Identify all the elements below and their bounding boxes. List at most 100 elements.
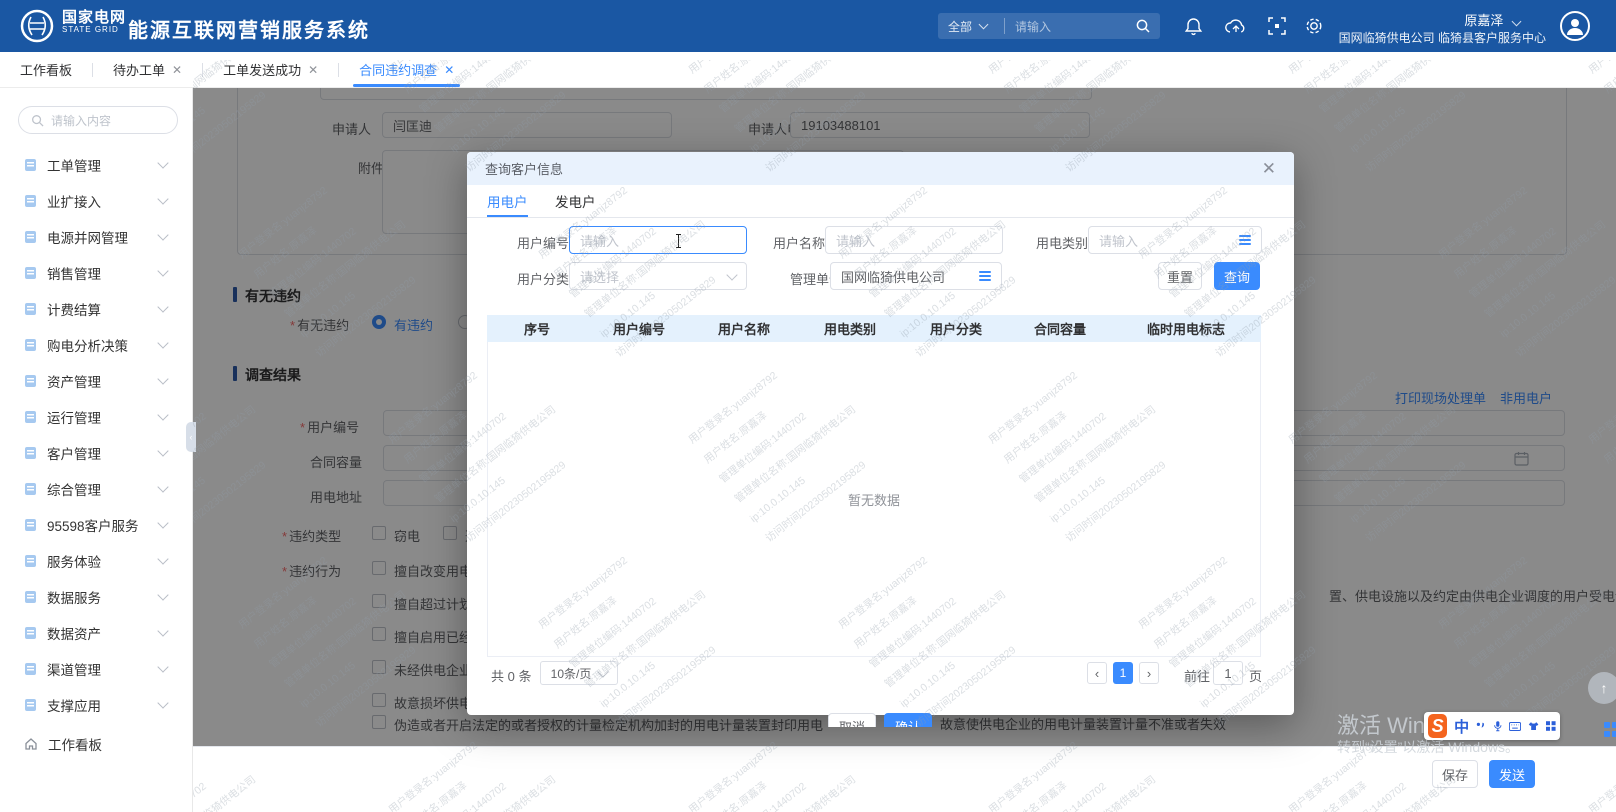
sidebar-item-customer-mgmt[interactable]: 客户管理 bbox=[0, 437, 193, 469]
scan-fullscreen-icon[interactable] bbox=[1268, 17, 1286, 35]
result-table-header: 序号 用户编号 用户名称 用电类别 用户分类 合同容量 临时用电标志 bbox=[487, 315, 1261, 342]
sidebar-item-95598-service[interactable]: 95598客户服务 bbox=[0, 509, 193, 541]
sidebar-item-power-grid-mgmt[interactable]: 电源并网管理 bbox=[0, 221, 193, 253]
list-select-icon[interactable] bbox=[979, 271, 991, 281]
app-screen: 国家电网 STATE GRID 能源互联网营销服务系统 全部 请输入 bbox=[0, 0, 1616, 812]
chevron-down-icon bbox=[157, 661, 168, 672]
query-customer-modal: 查询客户信息 ✕ 用电户 发电户 用户编号 请输入 用户名称 请输入 用电类别 … bbox=[467, 152, 1294, 715]
sidebar-item-billing[interactable]: 计费结算 bbox=[0, 293, 193, 325]
save-button[interactable]: 保存 bbox=[1432, 760, 1478, 788]
sidebar-item-work-orders[interactable]: 工单管理 bbox=[0, 149, 193, 181]
m-org-input[interactable]: 国网临猗供电公司 bbox=[830, 262, 1002, 290]
next-page-button[interactable]: › bbox=[1139, 662, 1159, 684]
reset-button[interactable]: 重置 bbox=[1158, 262, 1202, 290]
skin-shirt-icon[interactable] bbox=[1528, 720, 1539, 732]
page-size-select[interactable]: 10条/页 bbox=[540, 661, 618, 685]
sidebar-item-operation-mgmt[interactable]: 运行管理 bbox=[0, 401, 193, 433]
sidebar-item-service-experience[interactable]: 服务体验 bbox=[0, 545, 193, 577]
tab-power-consumer[interactable]: 用电户 bbox=[487, 185, 528, 217]
sidebar-search-input[interactable]: 请输入内容 bbox=[18, 106, 178, 134]
settings-gear-icon[interactable] bbox=[1304, 16, 1324, 36]
col-user-no: 用户编号 bbox=[587, 319, 691, 338]
col-user-name: 用户名称 bbox=[691, 319, 797, 338]
sidebar-item-sales-mgmt[interactable]: 销售管理 bbox=[0, 257, 193, 289]
search-icon bbox=[31, 114, 44, 127]
sidebar-item-purchase-analysis[interactable]: 购电分析决策 bbox=[0, 329, 193, 361]
modal-footer-clipped: 取消 确认 bbox=[828, 713, 944, 727]
brand-en: STATE GRID bbox=[62, 25, 126, 35]
m-user-name-label: 用户名称 bbox=[773, 233, 825, 252]
search-icon[interactable] bbox=[1135, 18, 1151, 34]
user-org: 国网临猗供电公司 临猗县客户服务中心 bbox=[1339, 29, 1546, 46]
chevron-down-icon bbox=[157, 517, 168, 528]
chevron-down-icon bbox=[157, 373, 168, 384]
tab-work-board[interactable]: 工作看板 bbox=[0, 52, 92, 87]
notification-bell-icon[interactable] bbox=[1184, 17, 1203, 36]
keyboard-icon[interactable] bbox=[1509, 721, 1521, 732]
sidebar-item-general-mgmt[interactable]: 综合管理 bbox=[0, 473, 193, 505]
microphone-icon[interactable] bbox=[1493, 719, 1503, 733]
close-icon[interactable]: ✕ bbox=[308, 63, 318, 77]
global-search[interactable]: 全部 请输入 bbox=[938, 13, 1160, 39]
goto-page-input[interactable]: 1 bbox=[1213, 661, 1243, 685]
chevron-down-icon bbox=[157, 337, 168, 348]
chevron-down-icon bbox=[157, 157, 168, 168]
query-button[interactable]: 查询 bbox=[1214, 262, 1260, 290]
avatar[interactable] bbox=[1560, 11, 1590, 41]
m-elec-type-input[interactable]: 请输入 bbox=[1088, 226, 1262, 254]
tab-todo-orders[interactable]: 待办工单 ✕ bbox=[93, 52, 202, 87]
user-menu[interactable]: 原嘉泽 bbox=[1464, 10, 1520, 29]
tab-order-sent[interactable]: 工单发送成功 ✕ bbox=[203, 52, 338, 87]
sidebar-item-data-asset[interactable]: 数据资产 bbox=[0, 617, 193, 649]
m-user-no-input[interactable]: 请输入 bbox=[569, 226, 747, 254]
chevron-down-icon bbox=[1512, 17, 1522, 27]
search-scope-value: 全部 bbox=[948, 18, 972, 35]
sidebar-item-data-service[interactable]: 数据服务 bbox=[0, 581, 193, 613]
col-seq: 序号 bbox=[487, 319, 587, 338]
chevron-down-icon bbox=[157, 229, 168, 240]
confirm-button[interactable]: 确认 bbox=[884, 713, 932, 727]
user-name: 原嘉泽 bbox=[1464, 13, 1503, 28]
chevron-down-icon bbox=[157, 445, 168, 456]
search-scope-select[interactable]: 全部 bbox=[938, 18, 1004, 35]
m-user-class-select[interactable]: 请选择 bbox=[569, 262, 747, 290]
send-button[interactable]: 发送 bbox=[1489, 760, 1535, 788]
toolbox-grid-icon[interactable] bbox=[1546, 720, 1556, 732]
back-to-top-button[interactable]: ↑ bbox=[1588, 672, 1616, 704]
sidebar-search-placeholder: 请输入内容 bbox=[51, 112, 111, 129]
cancel-button[interactable]: 取消 bbox=[828, 713, 876, 727]
ime-punctuation-icon[interactable] bbox=[1476, 720, 1486, 732]
sogou-ime-toolbar[interactable]: S 中 bbox=[1424, 712, 1560, 740]
tab-label: 待办工单 bbox=[113, 60, 165, 79]
app-title: 能源互联网营销服务系统 bbox=[128, 14, 370, 43]
tab-contract-breach-survey[interactable]: 合同违约调查 ✕ bbox=[339, 52, 474, 87]
sidebar-item-asset-mgmt[interactable]: 资产管理 bbox=[0, 365, 193, 397]
cloud-icon[interactable] bbox=[1224, 18, 1248, 35]
home-icon bbox=[24, 737, 38, 751]
prev-page-button[interactable]: ‹ bbox=[1087, 662, 1107, 684]
tab-label: 工单发送成功 bbox=[223, 60, 301, 79]
chevron-down-icon bbox=[157, 697, 168, 708]
search-input[interactable]: 请输入 bbox=[1005, 18, 1135, 35]
tab-label: 合同违约调查 bbox=[359, 60, 437, 79]
sidebar-item-channel-mgmt[interactable]: 渠道管理 bbox=[0, 653, 193, 685]
close-icon[interactable]: ✕ bbox=[1262, 160, 1276, 177]
m-user-name-input[interactable]: 请输入 bbox=[825, 226, 1003, 254]
edge-widget-icon[interactable] bbox=[1604, 722, 1616, 737]
sidebar-collapse-handle[interactable]: ‹ bbox=[186, 422, 196, 452]
sidebar-item-work-board[interactable]: 工作看板 bbox=[0, 728, 193, 760]
chevron-down-icon bbox=[157, 193, 168, 204]
tab-power-generator[interactable]: 发电户 bbox=[555, 185, 596, 217]
col-user-class: 用户分类 bbox=[903, 319, 1009, 338]
list-select-icon[interactable] bbox=[1239, 235, 1251, 245]
close-icon[interactable]: ✕ bbox=[444, 63, 454, 77]
ime-language-indicator[interactable]: 中 bbox=[1454, 716, 1469, 737]
sidebar-item-support-apps[interactable]: 支撑应用 bbox=[0, 689, 193, 721]
sidebar-item-business-expansion[interactable]: 业扩接入 bbox=[0, 185, 193, 217]
sogou-logo-icon[interactable]: S bbox=[1428, 714, 1447, 738]
close-icon[interactable]: ✕ bbox=[172, 63, 182, 77]
total-count: 共 0 条 bbox=[491, 666, 531, 685]
goto-label: 前往 bbox=[1184, 666, 1210, 685]
chevron-down-icon bbox=[157, 481, 168, 492]
current-page[interactable]: 1 bbox=[1113, 662, 1133, 684]
